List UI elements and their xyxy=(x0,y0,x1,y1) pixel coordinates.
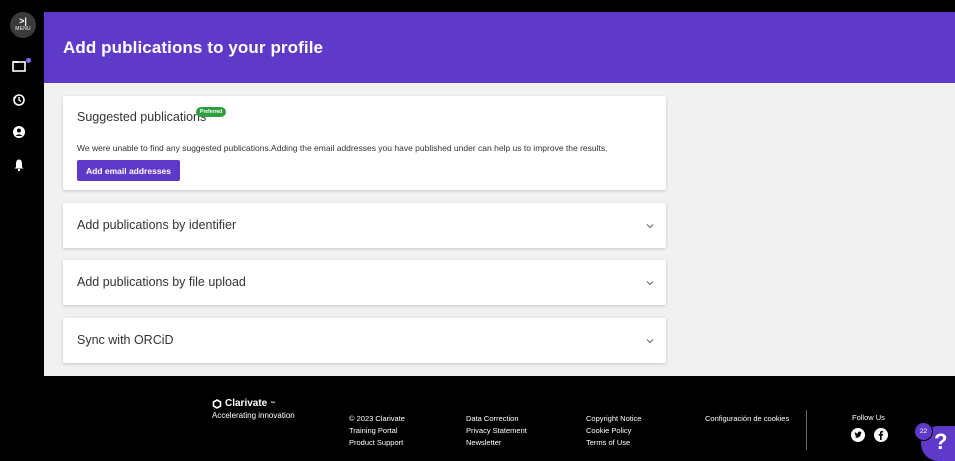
terms-of-use-link[interactable]: Terms of Use xyxy=(586,437,641,449)
chevron-down-icon xyxy=(646,339,654,344)
accordion-title: Add publications by file upload xyxy=(77,275,246,289)
notification-dot xyxy=(26,58,31,63)
training-portal-link[interactable]: Training Portal xyxy=(349,425,405,437)
cookie-settings-link[interactable]: Configuración de cookies xyxy=(705,413,789,425)
add-email-addresses-button[interactable]: Add email addresses xyxy=(77,160,180,181)
facebook-icon[interactable] xyxy=(874,428,888,442)
brand-block: Clarivate ™ Accelerating innovation xyxy=(212,398,295,420)
accordion-add-by-identifier[interactable]: Add publications by identifier xyxy=(63,203,666,248)
privacy-statement-link[interactable]: Privacy Statement xyxy=(466,425,527,437)
suggested-publications-card: Suggested publications Preferred We were… xyxy=(63,96,666,190)
suggested-publications-title: Suggested publications xyxy=(77,110,207,124)
footer-divider xyxy=(806,410,807,450)
expand-icon: >| xyxy=(19,16,27,26)
help-count-badge: 22 xyxy=(914,422,933,441)
footer-column-3: Copyright Notice Cookie Policy Terms of … xyxy=(586,413,641,449)
side-rail: >| MENU xyxy=(0,0,44,376)
clarivate-logo-icon xyxy=(212,398,222,409)
chevron-down-icon xyxy=(646,281,654,286)
twitter-icon[interactable] xyxy=(851,428,865,442)
footer: Clarivate ™ Accelerating innovation © 202… xyxy=(0,376,955,461)
copyright-notice-link[interactable]: Copyright Notice xyxy=(586,413,641,425)
product-support-link[interactable]: Product Support xyxy=(349,437,405,449)
preferred-badge: Preferred xyxy=(196,107,227,117)
page-title: Add publications to your profile xyxy=(63,38,324,57)
brand-trademark: ™ xyxy=(270,400,276,407)
follow-us-label: Follow Us xyxy=(852,413,885,422)
footer-column-1: © 2023 Clarivate Training Portal Product… xyxy=(349,413,405,449)
folder-icon[interactable] xyxy=(12,58,32,78)
suggested-description: We were unable to find any suggested pub… xyxy=(77,143,608,153)
brand-tagline: Accelerating innovation xyxy=(212,411,295,420)
footer-column-2: Data Correction Privacy Statement Newsle… xyxy=(466,413,527,449)
footer-column-4: Configuración de cookies xyxy=(705,413,789,425)
chevron-down-icon xyxy=(646,224,654,229)
accordion-title: Sync with ORCiD xyxy=(77,333,174,347)
accordion-add-by-file-upload[interactable]: Add publications by file upload xyxy=(63,260,666,305)
help-question-icon: ? xyxy=(934,429,948,454)
newsletter-link[interactable]: Newsletter xyxy=(466,437,527,449)
account-icon[interactable] xyxy=(12,125,32,143)
page-header: Add publications to your profile xyxy=(44,12,955,83)
history-icon[interactable] xyxy=(12,93,32,111)
help-button[interactable]: ? 22 xyxy=(914,422,955,461)
main-content: Add publications to your profile Suggest… xyxy=(44,12,955,376)
accordion-sync-with-orcid[interactable]: Sync with ORCiD xyxy=(63,318,666,363)
cookie-policy-link[interactable]: Cookie Policy xyxy=(586,425,641,437)
menu-label: MENU xyxy=(15,26,31,32)
data-correction-link[interactable]: Data Correction xyxy=(466,413,527,425)
copyright-text: © 2023 Clarivate xyxy=(349,414,405,423)
accordion-title: Add publications by identifier xyxy=(77,218,237,232)
bell-icon[interactable] xyxy=(12,158,32,176)
brand-name: Clarivate xyxy=(225,398,268,409)
menu-toggle-button[interactable]: >| MENU xyxy=(10,12,36,38)
clarivate-logo[interactable]: Clarivate ™ xyxy=(212,398,295,409)
